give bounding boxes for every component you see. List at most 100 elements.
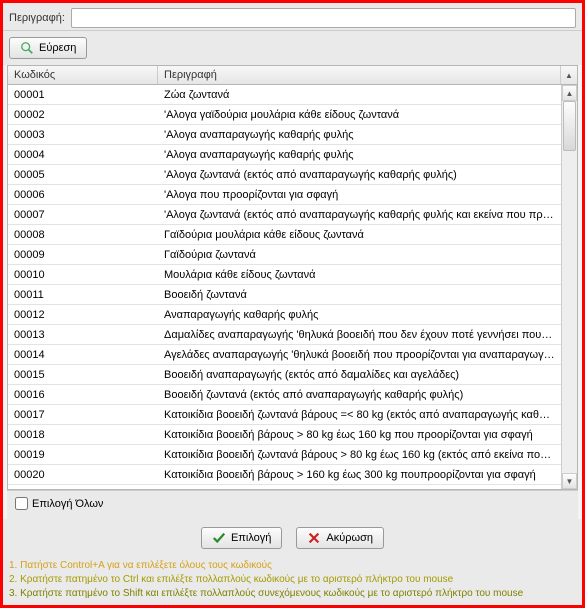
- column-header-scroll: ▲: [561, 66, 577, 84]
- sort-up-icon: ▲: [565, 71, 573, 80]
- select-all-checkbox[interactable]: Επιλογή Όλων: [15, 497, 103, 510]
- table-row[interactable]: 00001Ζώα ζωντανά: [8, 85, 561, 105]
- find-button[interactable]: Εύρεση: [9, 37, 87, 59]
- cell-code: 00017: [8, 409, 158, 421]
- hints: 1. Πατήστε Control+A για να επιλέξετε όλ…: [3, 555, 582, 605]
- cell-code: 00014: [8, 349, 158, 361]
- check-icon: [212, 531, 226, 545]
- cell-desc: Βοοειδή αναπαραγωγής (εκτός από δαμαλίδε…: [158, 369, 561, 381]
- cancel-icon: [307, 531, 321, 545]
- table-row[interactable]: 00017Κατοικίδια βοοειδή ζωντανά βάρους =…: [8, 405, 561, 425]
- cell-code: 00012: [8, 309, 158, 321]
- column-header-code[interactable]: Κωδικός: [8, 66, 158, 84]
- table-row[interactable]: 00021Κατοικίδια βοοειδή ζωντανά βάρους >…: [8, 485, 561, 489]
- grid: Κωδικός Περιγραφή ▲ 00001Ζώα ζωντανά0000…: [7, 65, 578, 490]
- table-row[interactable]: 00019Κατοικίδια βοοειδή ζωντανά βάρους >…: [8, 445, 561, 465]
- table-row[interactable]: 00005'Αλογα ζωντανά (εκτός από αναπαραγω…: [8, 165, 561, 185]
- table-row[interactable]: 00004'Αλογα αναπαραγωγής καθαρής φυλής: [8, 145, 561, 165]
- table-row[interactable]: 00009Γαϊδούρια ζωντανά: [8, 245, 561, 265]
- cell-code: 00018: [8, 429, 158, 441]
- table-row[interactable]: 00011Βοοειδή ζωντανά: [8, 285, 561, 305]
- ok-button[interactable]: Επιλογή: [201, 527, 282, 549]
- cell-code: 00010: [8, 269, 158, 281]
- cell-desc: Βοοειδή ζωντανά (εκτός από αναπαραγωγής …: [158, 389, 561, 401]
- cell-code: 00011: [8, 289, 158, 301]
- table-row[interactable]: 00013Δαμαλίδες αναπαραγωγής 'θηλυκά βοοε…: [8, 325, 561, 345]
- cell-code: 00021: [8, 489, 158, 490]
- cell-code: 00020: [8, 469, 158, 481]
- table-row[interactable]: 00014Αγελάδες αναπαραγωγής 'θηλυκά βοοει…: [8, 345, 561, 365]
- search-label: Περιγραφή:: [9, 10, 65, 26]
- table-row[interactable]: 00018Κατοικίδια βοοειδή βάρους > 80 kg έ…: [8, 425, 561, 445]
- cell-code: 00009: [8, 249, 158, 261]
- find-button-row: Εύρεση: [3, 31, 582, 65]
- search-input[interactable]: [71, 8, 576, 28]
- cell-desc: Κατοικίδια βοοειδή ζωντανά βάρους > 80 k…: [158, 449, 561, 461]
- table-row[interactable]: 00015Βοοειδή αναπαραγωγής (εκτός από δαμ…: [8, 365, 561, 385]
- action-row: Επιλογή Ακύρωση: [3, 519, 582, 555]
- cell-code: 00019: [8, 449, 158, 461]
- select-all-label: Επιλογή Όλων: [32, 498, 103, 510]
- cell-desc: 'Αλογα που προορίζονται για σφαγή: [158, 189, 561, 201]
- cell-desc: Κατοικίδια βοοειδή βάρους > 160 kg έως 3…: [158, 469, 561, 481]
- cell-desc: Μουλάρια κάθε είδους ζωντανά: [158, 269, 561, 281]
- cell-code: 00005: [8, 169, 158, 181]
- cell-desc: 'Αλογα αναπαραγωγής καθαρής φυλής: [158, 129, 561, 141]
- grid-header: Κωδικός Περιγραφή ▲: [8, 66, 577, 85]
- cell-code: 00007: [8, 209, 158, 221]
- cell-desc: Βοοειδή ζωντανά: [158, 289, 561, 301]
- column-header-desc[interactable]: Περιγραφή: [158, 66, 561, 84]
- cell-desc: Ζώα ζωντανά: [158, 89, 561, 101]
- search-area: Περιγραφή:: [3, 3, 582, 31]
- cell-code: 00013: [8, 329, 158, 341]
- cell-code: 00016: [8, 389, 158, 401]
- select-all-bar: Επιλογή Όλων: [7, 490, 578, 519]
- grid-body: 00001Ζώα ζωντανά00002'Αλογα γαϊδούρια μο…: [8, 85, 577, 489]
- cell-desc: 'Αλογα γαϊδούρια μουλάρια κάθε είδους ζω…: [158, 109, 561, 121]
- cell-desc: Κατοικίδια βοοειδή ζωντανά βάρους =< 80 …: [158, 409, 561, 421]
- select-all-checkbox-input[interactable]: [15, 497, 28, 510]
- table-row[interactable]: 00010Μουλάρια κάθε είδους ζωντανά: [8, 265, 561, 285]
- cell-desc: Κατοικίδια βοοειδή βάρους > 80 kg έως 16…: [158, 429, 561, 441]
- cell-desc: Αναπαραγωγής καθαρής φυλής: [158, 309, 561, 321]
- cell-desc: 'Αλογα ζωντανά (εκτός από αναπαραγωγής κ…: [158, 209, 561, 221]
- cell-code: 00006: [8, 189, 158, 201]
- chevron-up-icon: ▲: [566, 89, 574, 98]
- cell-code: 00002: [8, 109, 158, 121]
- table-row[interactable]: 00008Γαϊδούρια μουλάρια κάθε είδους ζωντ…: [8, 225, 561, 245]
- cell-code: 00003: [8, 129, 158, 141]
- table-row[interactable]: 00012Αναπαραγωγής καθαρής φυλής: [8, 305, 561, 325]
- table-row[interactable]: 00007'Αλογα ζωντανά (εκτός από αναπαραγω…: [8, 205, 561, 225]
- cell-desc: Γαϊδούρια ζωντανά: [158, 249, 561, 261]
- search-row: Περιγραφή:: [9, 8, 576, 28]
- cell-desc: Κατοικίδια βοοειδή ζωντανά βάρους > 160 …: [158, 489, 561, 490]
- table-row[interactable]: 00006'Αλογα που προορίζονται για σφαγή: [8, 185, 561, 205]
- cell-desc: 'Αλογα αναπαραγωγής καθαρής φυλής: [158, 149, 561, 161]
- table-row[interactable]: 00020Κατοικίδια βοοειδή βάρους > 160 kg …: [8, 465, 561, 485]
- table-row[interactable]: 00016Βοοειδή ζωντανά (εκτός από αναπαραγ…: [8, 385, 561, 405]
- hint-line-3: 3. Κρατήστε πατημένο το Shift και επιλέξ…: [9, 587, 576, 601]
- table-row[interactable]: 00003'Αλογα αναπαραγωγής καθαρής φυλής: [8, 125, 561, 145]
- cell-code: 00015: [8, 369, 158, 381]
- cell-desc: Γαϊδούρια μουλάρια κάθε είδους ζωντανά: [158, 229, 561, 241]
- cell-code: 00004: [8, 149, 158, 161]
- find-button-label: Εύρεση: [39, 42, 76, 54]
- cell-desc: Αγελάδες αναπαραγωγής 'θηλυκά βοοειδή πο…: [158, 349, 561, 361]
- chevron-down-icon: ▼: [566, 477, 574, 486]
- hint-line-1: 1. Πατήστε Control+A για να επιλέξετε όλ…: [9, 559, 576, 573]
- scroll-thumb[interactable]: [563, 101, 576, 151]
- scroll-down-button[interactable]: ▼: [562, 473, 577, 489]
- cell-code: 00008: [8, 229, 158, 241]
- vertical-scrollbar[interactable]: ▲ ▼: [561, 85, 577, 489]
- cell-desc: 'Αλογα ζωντανά (εκτός από αναπαραγωγής κ…: [158, 169, 561, 181]
- cell-code: 00001: [8, 89, 158, 101]
- hint-line-2: 2. Κρατήστε πατημένο το Ctrl και επιλέξτ…: [9, 573, 576, 587]
- scroll-track[interactable]: [562, 101, 577, 473]
- cell-desc: Δαμαλίδες αναπαραγωγής 'θηλυκά βοοειδή π…: [158, 329, 561, 341]
- ok-button-label: Επιλογή: [231, 532, 271, 544]
- dialog-frame: Περιγραφή: Εύρεση Κωδικός Περιγραφή ▲ 00…: [0, 0, 585, 608]
- scroll-up-button[interactable]: ▲: [562, 85, 577, 101]
- cancel-button[interactable]: Ακύρωση: [296, 527, 384, 549]
- table-row[interactable]: 00002'Αλογα γαϊδούρια μουλάρια κάθε είδο…: [8, 105, 561, 125]
- search-icon: [20, 41, 34, 55]
